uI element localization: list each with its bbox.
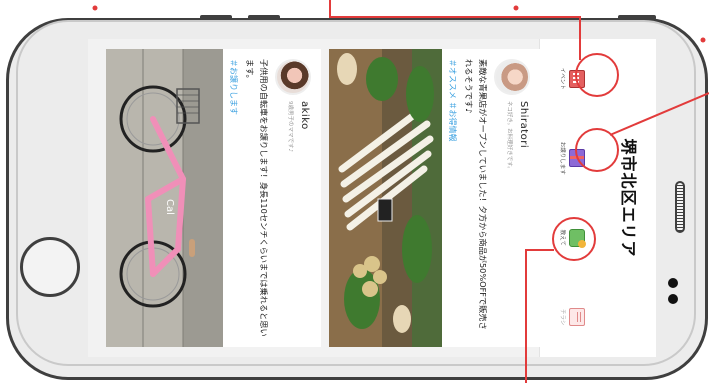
- post-text: 子供用の自転車をお譲りします！身長110センチくらいまでは乗れると思います。: [245, 59, 269, 337]
- speaker-grille: [675, 181, 685, 233]
- post-header: akiko 9歳男子のママです♪: [273, 59, 313, 337]
- post-text: 素敵な青果店がオープンしていました！夕方から商品が50%OFFで販売されるそうで…: [464, 59, 488, 330]
- post-user-bio: ネコ好き。お料理好きです。: [506, 101, 512, 172]
- page-title: 堺市北区エリア: [619, 138, 638, 258]
- post-card[interactable]: akiko 9歳男子のママです♪ 子供用の自転車をお譲りします！身長110センチ…: [106, 49, 321, 347]
- tab-flyer-label: チラシ: [559, 309, 565, 326]
- question-icon: [569, 228, 585, 247]
- post-feed[interactable]: Shiratori ネコ好き。お料理好きです。 素敵な青果店がオープンしていまし…: [88, 39, 540, 357]
- tab-event[interactable]: イベント: [559, 47, 585, 111]
- callout-dot: [513, 5, 519, 11]
- power-button: [618, 15, 656, 20]
- post-hashtags[interactable]: ＃お譲りします: [228, 59, 239, 337]
- avatar[interactable]: [275, 59, 311, 95]
- tab-teach-label: 教えて: [559, 229, 565, 246]
- app-view: 堺市北区エリア イベント お譲りします 教えて チラシ Shiratori ネコ…: [88, 39, 656, 357]
- gift-icon: [569, 149, 585, 168]
- post-card[interactable]: Shiratori ネコ好き。お料理好きです。 素敵な青果店がオープンしていまし…: [329, 49, 540, 347]
- callout-dot: [700, 37, 706, 43]
- category-tab-bar: イベント お譲りします 教えて チラシ: [539, 39, 604, 357]
- vegetable-market-photo[interactable]: [329, 49, 442, 347]
- avatar[interactable]: [494, 59, 530, 95]
- flyer-icon: [569, 308, 585, 327]
- home-button[interactable]: [20, 237, 80, 297]
- post-header: Shiratori ネコ好き。お料理好きです。: [492, 59, 532, 337]
- proximity-sensor: [668, 294, 678, 304]
- tab-gift[interactable]: お譲りします: [559, 126, 585, 190]
- front-camera: [668, 278, 678, 288]
- svg-text:Cal: Cal: [164, 199, 175, 215]
- calendar-icon: [569, 69, 585, 88]
- app-header: 堺市北区エリア: [604, 39, 656, 357]
- post-username[interactable]: akiko: [299, 101, 310, 130]
- post-user-bio: 9歳男子のママです♪: [287, 101, 293, 153]
- post-hashtags[interactable]: ＃オススメ ＃お得情報: [447, 59, 458, 337]
- tab-flyer[interactable]: チラシ: [559, 285, 585, 349]
- callout-dot: [92, 5, 98, 11]
- pink-bicycle-photo[interactable]: Cal: [106, 49, 223, 347]
- volume-up-button: [200, 15, 232, 20]
- post-username[interactable]: Shiratori: [518, 101, 529, 148]
- tab-event-label: イベント: [559, 67, 565, 90]
- tab-gift-label: お譲りします: [559, 141, 565, 175]
- volume-down-button: [248, 15, 280, 20]
- tab-teach[interactable]: 教えて: [559, 206, 585, 270]
- phone-screen: 堺市北区エリア イベント お譲りします 教えて チラシ Shiratori ネコ…: [88, 39, 656, 357]
